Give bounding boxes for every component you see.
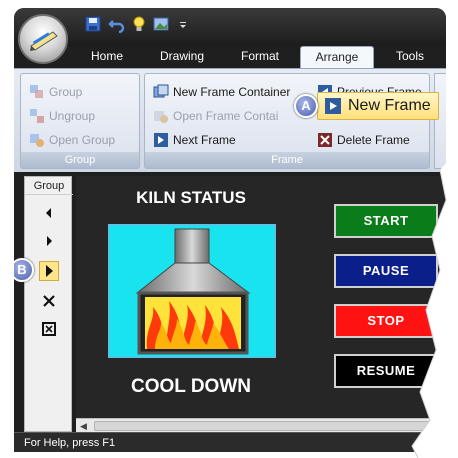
stop-button[interactable]: STOP (334, 304, 438, 338)
kiln-graphic (108, 224, 276, 358)
picture-icon[interactable] (152, 15, 170, 33)
new-frame-button[interactable]: New Frame (317, 92, 439, 120)
hmi-canvas: KILN STATUS COOL DOWN START PAUSE STOP R… (76, 176, 446, 418)
office-button[interactable] (18, 14, 68, 64)
ribbon-group-overflow (434, 73, 446, 169)
office-logo-icon (30, 31, 58, 51)
open-frame-container-label: Open Frame Contai (173, 109, 279, 123)
lightbulb-icon[interactable] (130, 15, 148, 33)
ungroup-icon (29, 108, 45, 124)
open-group-label: Open Group (49, 133, 116, 147)
pause-button[interactable]: PAUSE (334, 254, 438, 288)
resume-button[interactable]: RESUME (334, 354, 438, 388)
frame-container-icon (153, 84, 169, 100)
ribbon-panel: Group Ungroup Open Group Group New Frame… (14, 68, 446, 172)
open-frame-container-button[interactable]: Open Frame Contai (153, 106, 278, 126)
start-button[interactable]: START (334, 204, 438, 238)
delete-icon[interactable] (39, 291, 59, 311)
new-frame-icon (324, 97, 342, 115)
undo-icon[interactable] (108, 15, 126, 33)
group-toolbar-title: Group (25, 177, 73, 195)
next-frame-icon (153, 132, 169, 148)
open-frame-icon (153, 108, 169, 124)
next-frame-icon[interactable] (39, 261, 59, 281)
frame-box-icon[interactable] (39, 319, 59, 339)
frame-group-label: Frame (145, 152, 429, 168)
new-frame-container-label: New Frame Container (173, 85, 291, 99)
delete-frame-button[interactable]: Delete Frame (317, 130, 410, 150)
ribbon-group-frame: New Frame Container Open Frame Contai Ne… (144, 73, 430, 169)
delete-frame-label: Delete Frame (337, 133, 410, 147)
previous-icon[interactable] (39, 203, 59, 223)
group-label: Group (49, 85, 83, 99)
kiln-status-title: KILN STATUS (136, 188, 246, 207)
ungroup-label: Ungroup (49, 109, 96, 123)
group-button[interactable]: Group (29, 82, 82, 102)
qat-dropdown-icon[interactable] (178, 15, 188, 33)
tab-home[interactable]: Home (80, 46, 134, 68)
kiln-state-text: COOL DOWN (131, 376, 251, 397)
tab-tools[interactable]: Tools (382, 46, 438, 68)
ungroup-button[interactable]: Ungroup (29, 106, 95, 126)
title-bar (14, 8, 446, 46)
group-toolbar: Group (24, 176, 73, 432)
kiln-furnace-icon (135, 228, 251, 355)
next-icon[interactable] (39, 231, 59, 251)
horizontal-scrollbar[interactable]: ◀ (76, 418, 446, 432)
tab-format[interactable]: Format (228, 46, 292, 68)
application-window: Home Drawing Format Arrange Tools Group … (14, 8, 446, 452)
save-icon[interactable] (84, 15, 102, 33)
new-frame-container-button[interactable]: New Frame Container (153, 82, 290, 102)
next-frame-label: Next Frame (173, 133, 236, 147)
delete-frame-icon (317, 132, 333, 148)
open-group-button[interactable]: Open Group (29, 130, 115, 150)
group-group-label: Group (21, 152, 139, 168)
group-icon (29, 84, 45, 100)
new-frame-label: New Frame (348, 97, 431, 114)
tab-drawing[interactable]: Drawing (146, 46, 218, 68)
open-group-icon (29, 132, 45, 148)
scroll-thumb[interactable] (94, 421, 446, 431)
scroll-left-icon[interactable]: ◀ (80, 421, 87, 432)
ribbon-group-group: Group Ungroup Open Group Group (20, 73, 140, 169)
callout-a: A (294, 94, 318, 118)
tab-arrange[interactable]: Arrange (300, 46, 374, 68)
next-frame-button[interactable]: Next Frame (153, 130, 236, 150)
ribbon-tabs: Home Drawing Format Arrange Tools (14, 44, 446, 68)
status-bar: For Help, press F1 (14, 432, 446, 452)
